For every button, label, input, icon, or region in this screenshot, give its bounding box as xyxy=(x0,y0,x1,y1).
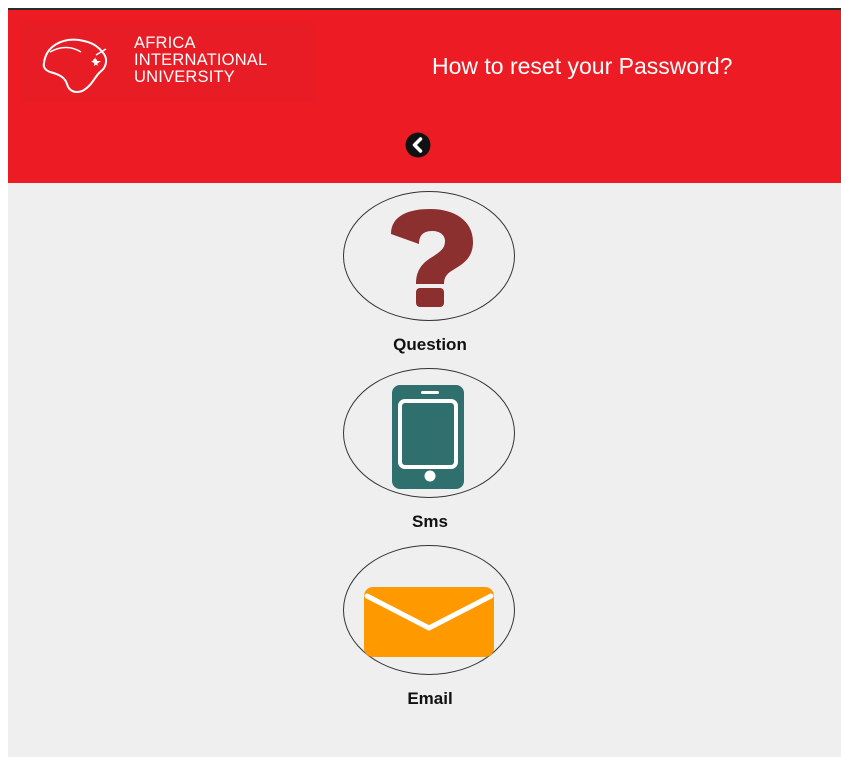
back-button[interactable] xyxy=(405,132,431,158)
page: AFRICA INTERNATIONAL UNIVERSITY How to r… xyxy=(8,8,841,757)
university-logo: AFRICA INTERNATIONAL UNIVERSITY xyxy=(22,22,316,102)
university-name: AFRICA INTERNATIONAL UNIVERSITY xyxy=(134,35,267,86)
sms-option[interactable]: Sms xyxy=(343,368,517,532)
question-mark-icon xyxy=(391,209,473,307)
africa-map-logo-icon xyxy=(42,38,108,93)
top-border xyxy=(8,8,841,10)
email-option[interactable]: Email xyxy=(343,545,517,709)
email-option-circle[interactable] xyxy=(343,545,515,675)
email-option-label: Email xyxy=(407,689,453,708)
mobile-phone-icon xyxy=(392,385,464,489)
back-circle-icon xyxy=(405,132,431,158)
sms-option-circle[interactable] xyxy=(343,368,515,498)
page-title: How to reset your Password? xyxy=(432,53,733,79)
university-name-line-3: UNIVERSITY xyxy=(134,68,236,86)
sms-option-label: Sms xyxy=(412,512,448,531)
question-option-circle[interactable] xyxy=(343,191,515,321)
header-bar: AFRICA INTERNATIONAL UNIVERSITY How to r… xyxy=(8,8,841,183)
question-option[interactable]: Question xyxy=(343,191,517,355)
university-name-line-1: AFRICA xyxy=(134,34,196,52)
question-option-label: Question xyxy=(393,335,467,354)
university-name-line-2: INTERNATIONAL xyxy=(134,51,268,69)
envelope-icon xyxy=(364,587,494,657)
reset-options: Question Sms Email xyxy=(8,183,841,757)
